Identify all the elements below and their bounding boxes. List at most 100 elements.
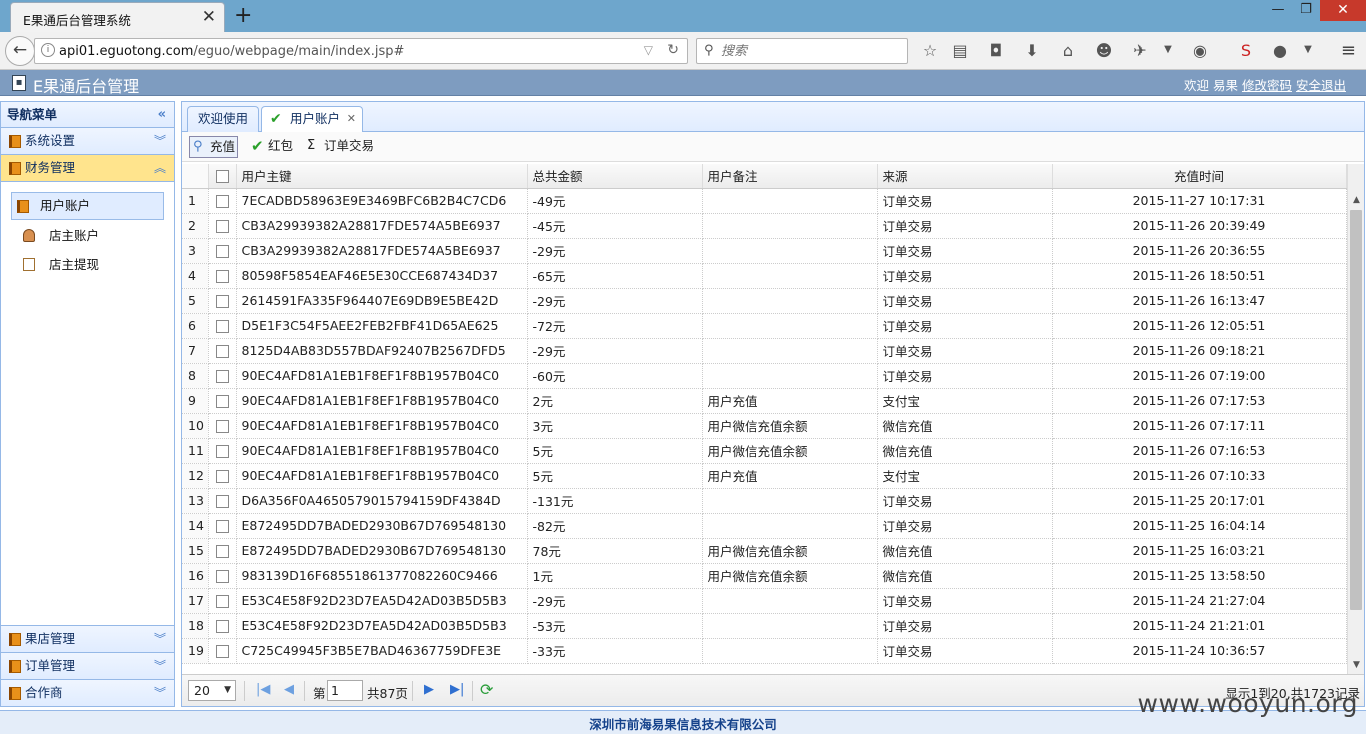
table-row[interactable]: 11 90EC4AFD81A1EB1F8EF1F8B1957B04C0 5元 用户微信… [182,438,1347,464]
row-checkbox[interactable] [208,263,237,289]
addon-icon[interactable]: ✈ [1130,41,1150,60]
row-number: 2 [182,213,209,239]
back-arrow-icon[interactable]: ← [5,36,35,66]
last-page-icon[interactable]: ▶| [450,682,464,697]
search-input[interactable] [721,41,901,61]
row-checkbox[interactable] [208,363,237,389]
url-dropdown-icon[interactable]: ▽ [644,43,653,57]
addon-dropdown-icon[interactable]: ▼ [1158,44,1178,55]
row-checkbox[interactable] [208,388,237,414]
first-page-icon[interactable]: |◀ [256,682,270,697]
sync-icon[interactable]: ◉ [1190,41,1210,60]
row-checkbox[interactable] [208,488,237,514]
column-header-user-key[interactable]: 用户主键 [236,164,528,189]
table-row[interactable]: 1 7ECADBD58963E9E3469BFC6B2B4C7CD6 -49元 订单交… [182,188,1347,214]
row-checkbox[interactable] [208,638,237,664]
bookmark-star-icon[interactable]: ☆ [920,41,940,60]
order-trade-button[interactable]: Σ 订单交易 [304,136,374,158]
column-header-remark[interactable]: 用户备注 [702,164,878,189]
window-close-icon[interactable]: ✕ [1320,0,1366,21]
row-checkbox[interactable] [208,463,237,489]
tab-user-account[interactable]: ✔ 用户账户 ✕ [261,106,364,133]
sidebar-item-user-account[interactable]: 用户账户 [11,192,164,220]
scroll-down-icon[interactable]: ▼ [1348,657,1365,674]
column-header-amount[interactable]: 总共金额 [527,164,703,189]
shield-addon-icon[interactable]: S [1236,41,1256,60]
row-checkbox[interactable] [208,513,237,539]
table-row[interactable]: 4 80598F5854EAF46E5E30CCE687434D37 -65元 订单交… [182,263,1347,289]
address-bar[interactable]: i api01.eguotong.com/eguo/webpage/main/i… [34,38,688,64]
red-packet-button[interactable]: ✔ 红包 [248,136,293,158]
new-tab-button[interactable]: + [234,3,252,28]
sidebar-item-owner-withdraw[interactable]: 店主提现 [11,251,164,278]
close-tab-icon[interactable]: ✕ [347,107,356,131]
search-box[interactable]: ⚲ [696,38,908,64]
row-checkbox[interactable] [208,588,237,614]
table-row[interactable]: 18 E53C4E58F92D23D7EA5D42AD03B5D5B3 -53元 订单… [182,613,1347,639]
prev-page-icon[interactable]: ◀ [284,682,294,697]
row-checkbox[interactable] [208,538,237,564]
sidebar-group-finance[interactable]: 财务管理 ︽ [1,155,174,182]
table-row[interactable]: 14 E872495DD7BADED2930B67D769548130 -82元 订单… [182,513,1347,539]
sidebar-group-orders[interactable]: 订单管理 ︾ [1,652,174,679]
table-row[interactable]: 8 90EC4AFD81A1EB1F8EF1F8B1957B04C0 -60元 订单交… [182,363,1347,389]
scroll-thumb[interactable] [1350,210,1362,610]
table-row[interactable]: 17 E53C4E58F92D23D7EA5D42AD03B5D5B3 -29元 订单… [182,588,1347,614]
row-checkbox[interactable] [208,213,237,239]
table-row[interactable]: 10 90EC4AFD81A1EB1F8EF1F8B1957B04C0 3元 用户微信… [182,413,1347,439]
table-row[interactable]: 6 D5E1F3C54F5AEE2FEB2FBF41D65AE625 -72元 订单交… [182,313,1347,339]
row-checkbox[interactable] [208,288,237,314]
table-row[interactable]: 15 E872495DD7BADED2930B67D769548130 78元 用户微… [182,538,1347,564]
change-password-link[interactable]: 修改密码 [1242,78,1292,93]
current-page-input[interactable]: 1 [327,680,363,701]
row-checkbox[interactable] [208,188,237,214]
minimize-icon[interactable]: — [1264,0,1292,21]
pocket-icon[interactable]: ◘ [986,41,1006,60]
hamburger-menu-icon[interactable]: ≡ [1341,40,1356,61]
sidebar-group-store[interactable]: 果店管理 ︾ [1,625,174,652]
grid-vertical-scrollbar[interactable]: ▲ ▼ [1347,164,1364,674]
refresh-icon[interactable]: ⟳ [480,680,493,699]
next-page-icon[interactable]: ▶ [424,682,434,697]
book-icon [9,660,21,673]
row-checkbox[interactable] [208,338,237,364]
column-header-time[interactable]: 充值时间 [1052,164,1347,189]
sidebar-group-system-settings[interactable]: 系统设置 ︾ [1,128,174,155]
browser-tab[interactable]: E果通后台管理系统 ✕ [10,2,225,32]
reading-list-icon[interactable]: ▤ [950,41,970,60]
ninja-icon[interactable]: ● [1270,41,1290,60]
recharge-button[interactable]: ⚲ 充值 [189,136,239,158]
table-row[interactable]: 2 CB3A29939382A28817FDE574A5BE6937 -45元 订单交… [182,213,1347,239]
close-icon[interactable]: ✕ [202,7,216,27]
table-row[interactable]: 19 C725C49945F3B5E7BAD46367759DFE3E -33元 订单… [182,638,1347,664]
row-checkbox[interactable] [208,238,237,264]
sidebar-item-owner-account[interactable]: 店主账户 [11,222,164,249]
row-checkbox[interactable] [208,438,237,464]
download-icon[interactable]: ⬇ [1022,41,1042,60]
row-checkbox[interactable] [208,413,237,439]
row-checkbox[interactable] [208,563,237,589]
ninja-dropdown-icon[interactable]: ▼ [1298,44,1318,55]
cell-time: 2015-11-26 20:39:49 [1052,213,1347,239]
logout-link[interactable]: 安全退出 [1296,78,1346,93]
sidebar-group-partners[interactable]: 合作商 ︾ [1,679,174,706]
table-row[interactable]: 12 90EC4AFD81A1EB1F8EF1F8B1957B04C0 5元 用户充值… [182,463,1347,489]
chat-icon[interactable]: ☻ [1094,41,1114,60]
table-row[interactable]: 7 8125D4AB83D557BDAF92407B2567DFD5 -29元 订单交… [182,338,1347,364]
home-icon[interactable]: ⌂ [1058,41,1078,60]
table-row[interactable]: 3 CB3A29939382A28817FDE574A5BE6937 -29元 订单交… [182,238,1347,264]
scroll-up-icon[interactable]: ▲ [1348,192,1365,209]
select-all-checkbox[interactable] [208,164,237,189]
page-size-select[interactable]: 20 ▼ [188,680,236,701]
table-row[interactable]: 9 90EC4AFD81A1EB1F8EF1F8B1957B04C0 2元 用户充值支… [182,388,1347,414]
collapse-sidebar-icon[interactable]: « [158,102,166,128]
reload-icon[interactable]: ↻ [667,42,679,58]
tab-welcome[interactable]: 欢迎使用 [187,106,260,132]
table-row[interactable]: 5 2614591FA335F964407E69DB9E5BE42D -29元 订单交… [182,288,1347,314]
table-row[interactable]: 16 983139D16F68551861377082260C9466 1元 用户微信… [182,563,1347,589]
restore-icon[interactable]: ❐ [1292,0,1320,21]
row-checkbox[interactable] [208,313,237,339]
table-row[interactable]: 13 D6A356F0A4650579015794159DF4384D -131元 订… [182,488,1347,514]
column-header-source[interactable]: 来源 [877,164,1053,189]
row-checkbox[interactable] [208,613,237,639]
